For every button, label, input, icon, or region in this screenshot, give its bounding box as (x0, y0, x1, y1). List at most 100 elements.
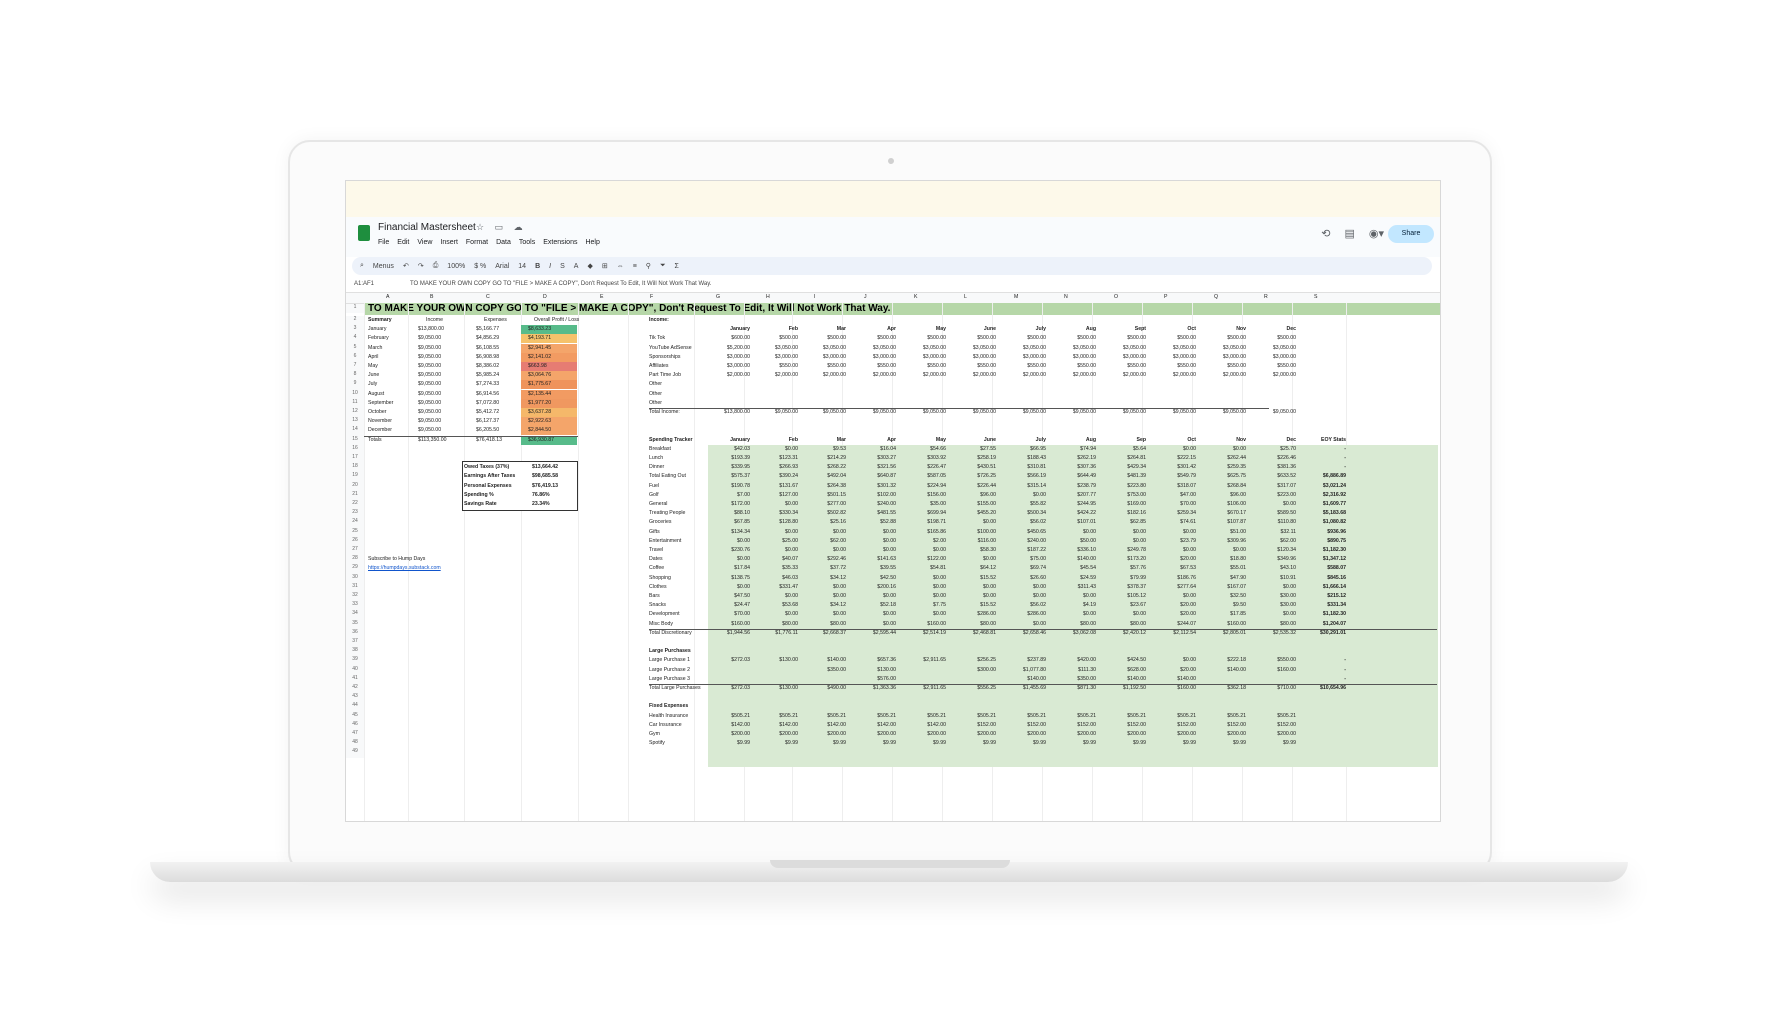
summary-month[interactable]: May (368, 362, 378, 371)
spending-label[interactable]: Golf (649, 491, 659, 500)
fixed-value[interactable]: $505.21 (902, 712, 946, 721)
spending-value[interactable]: $0.00 (1102, 528, 1146, 537)
spending-value[interactable]: $190.78 (706, 482, 750, 491)
income-value[interactable]: $3,050.00 (802, 344, 846, 353)
spending-value[interactable]: $0.00 (1002, 592, 1046, 601)
column-header[interactable]: L (964, 293, 967, 302)
borders-icon[interactable]: ⊞ (602, 262, 608, 270)
income-value[interactable]: $3,050.00 (952, 344, 996, 353)
summary-header[interactable]: Overall Profit / Loss (534, 316, 579, 325)
copy-banner[interactable]: TO MAKE YOUR OWN COPY GO TO "FILE > MAKE… (364, 303, 1440, 315)
large-value[interactable]: $272.03 (706, 656, 750, 665)
spending-value[interactable]: $7.75 (902, 601, 946, 610)
fixed-value[interactable]: $9.99 (1052, 739, 1096, 748)
large-total[interactable]: $272.03 (706, 684, 750, 693)
spending-value[interactable]: $24.59 (1052, 574, 1096, 583)
income-value[interactable]: $3,050.00 (852, 344, 896, 353)
spending-value[interactable]: $160.00 (1202, 620, 1246, 629)
income-value[interactable]: $500.00 (754, 334, 798, 343)
income-total[interactable]: $9,050.00 (1252, 408, 1296, 417)
spending-value[interactable]: $47.00 (1152, 491, 1196, 500)
spending-value[interactable]: $481.55 (852, 509, 896, 518)
spending-value[interactable]: $17.85 (1202, 610, 1246, 619)
summary-profit[interactable]: $3,637.28 (528, 408, 551, 417)
income-value[interactable]: $2,000.00 (1002, 371, 1046, 380)
spending-value[interactable]: $0.00 (1002, 491, 1046, 500)
fixed-label[interactable]: Gym (649, 730, 660, 739)
font-size-input[interactable]: 14 (518, 263, 526, 270)
stat-label[interactable]: Personal Expenses (464, 482, 512, 491)
income-value[interactable]: $500.00 (1252, 334, 1296, 343)
stat-label[interactable]: Spending % (464, 491, 494, 500)
income-value[interactable]: $3,000.00 (802, 353, 846, 362)
spending-value[interactable]: $198.71 (902, 518, 946, 527)
spending-label[interactable]: Snacks (649, 601, 666, 610)
spending-value[interactable]: $2,316.92 (1302, 491, 1346, 500)
fixed-value[interactable]: $200.00 (1202, 730, 1246, 739)
fixed-value[interactable]: $142.00 (852, 721, 896, 730)
fixed-value[interactable]: $200.00 (754, 730, 798, 739)
summary-month[interactable]: January (368, 325, 386, 334)
summary-profit[interactable]: $2,941.45 (528, 344, 551, 353)
spending-value[interactable]: $0.00 (754, 592, 798, 601)
summary-profit[interactable]: $1,977.20 (528, 399, 551, 408)
spending-value[interactable]: $70.00 (1152, 500, 1196, 509)
spending-value[interactable]: $301.32 (852, 482, 896, 491)
spending-value[interactable]: $268.22 (802, 463, 846, 472)
spending-value[interactable]: $27.55 (952, 445, 996, 454)
spending-value[interactable]: $0.00 (1002, 583, 1046, 592)
summary-month[interactable]: November (368, 417, 392, 426)
spending-value[interactable]: $10.91 (1252, 574, 1296, 583)
summary-month[interactable]: December (368, 426, 392, 435)
income-value[interactable]: $3,050.00 (1252, 344, 1296, 353)
fixed-value[interactable]: $152.00 (1102, 721, 1146, 730)
spending-value[interactable]: $96.00 (952, 491, 996, 500)
row-number[interactable]: 15 (346, 435, 364, 445)
fixed-value[interactable]: $9.99 (802, 739, 846, 748)
income-value[interactable]: $3,000.00 (1252, 353, 1296, 362)
column-header[interactable]: K (914, 293, 917, 302)
income-label[interactable]: Other (649, 380, 662, 389)
income-total[interactable]: $9,050.00 (754, 408, 798, 417)
spending-value[interactable]: $0.00 (802, 546, 846, 555)
summary-header[interactable]: Summary (368, 316, 392, 325)
income-month[interactable]: July (1002, 325, 1046, 334)
subscribe-text[interactable]: Subscribe to Hump Days (368, 555, 425, 564)
spending-value[interactable]: $625.75 (1202, 472, 1246, 481)
large-value[interactable]: $140.00 (1202, 666, 1246, 675)
spending-value[interactable]: $54.66 (902, 445, 946, 454)
row-number[interactable]: 22 (346, 500, 364, 510)
fixed-value[interactable]: $200.00 (852, 730, 896, 739)
spending-value[interactable]: $481.39 (1102, 472, 1146, 481)
row-number[interactable]: 47 (346, 730, 364, 740)
income-value[interactable]: $500.00 (1002, 334, 1046, 343)
income-value[interactable]: $2,000.00 (902, 371, 946, 380)
large-value[interactable]: $237.89 (1002, 656, 1046, 665)
spending-value[interactable]: $96.00 (1202, 491, 1246, 500)
spending-value[interactable]: $249.78 (1102, 546, 1146, 555)
fixed-value[interactable]: $200.00 (1252, 730, 1296, 739)
large-value[interactable]: $160.00 (1252, 666, 1296, 675)
spending-value[interactable]: $0.00 (802, 592, 846, 601)
spending-label[interactable]: Shopping (649, 574, 671, 583)
spending-value[interactable]: $0.00 (1152, 592, 1196, 601)
income-value[interactable]: $2,000.00 (706, 371, 750, 380)
large-value[interactable]: $350.00 (1052, 675, 1096, 684)
spending-value[interactable]: $644.49 (1052, 472, 1096, 481)
row-number[interactable]: 11 (346, 398, 364, 408)
spending-label[interactable]: Entertainment (649, 537, 681, 546)
column-header[interactable]: A (386, 293, 389, 302)
fixed-label[interactable]: Health Insurance (649, 712, 688, 721)
spending-total[interactable]: $30,291.01 (1302, 629, 1346, 638)
spending-value[interactable]: $80.00 (1052, 620, 1096, 629)
spending-value[interactable]: $80.00 (802, 620, 846, 629)
summary-month[interactable]: February (368, 334, 389, 343)
income-total[interactable]: $13,800.00 (706, 408, 750, 417)
strike-icon[interactable]: S (560, 263, 565, 270)
spending-value[interactable]: $450.65 (1002, 528, 1046, 537)
spending-value[interactable]: $80.00 (1252, 620, 1296, 629)
row-number[interactable]: 48 (346, 739, 364, 749)
row-number[interactable]: 24 (346, 518, 364, 528)
spending-value[interactable]: $240.00 (1002, 537, 1046, 546)
spending-value[interactable]: $3,021.24 (1302, 482, 1346, 491)
